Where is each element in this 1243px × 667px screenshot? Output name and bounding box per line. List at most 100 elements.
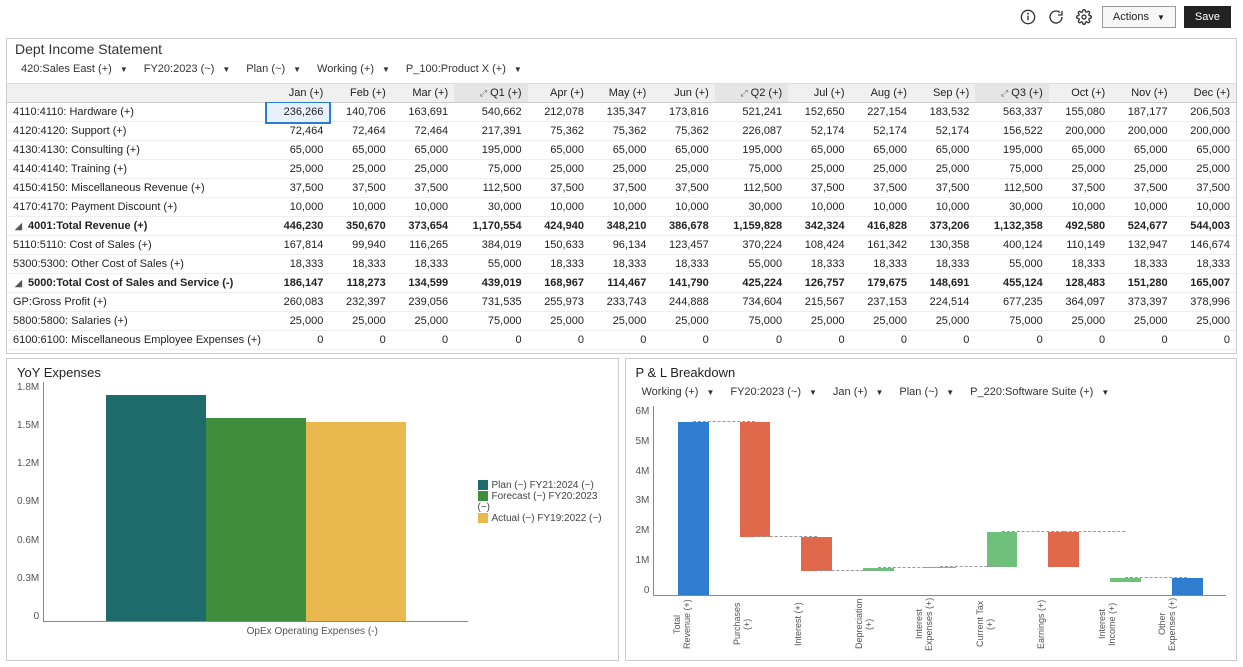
grid-cell[interactable]: 25,000	[528, 160, 590, 179]
grid-cell[interactable]: 146,674	[1174, 236, 1236, 255]
grid-cell[interactable]: 25,000	[1049, 312, 1111, 331]
row-label[interactable]: GP:Gross Profit (+)	[7, 293, 267, 312]
grid-cell[interactable]: 255,973	[528, 293, 590, 312]
grid-cell[interactable]: 200,000	[1174, 122, 1236, 141]
grid-cell[interactable]: 165,007	[1174, 274, 1236, 293]
grid-cell[interactable]: 152,650	[788, 103, 850, 122]
column-header[interactable]: Aug (+)	[851, 84, 913, 103]
grid-cell[interactable]: 0	[392, 331, 454, 350]
grid-cell[interactable]: 65,000	[329, 141, 391, 160]
grid-cell[interactable]: 75,000	[975, 312, 1048, 331]
actions-button[interactable]: Actions	[1102, 6, 1176, 28]
grid-cell[interactable]: 226,087	[715, 122, 788, 141]
grid-cell[interactable]: 25,000	[652, 312, 714, 331]
waterfall-col[interactable]	[1033, 406, 1095, 595]
grid-cell[interactable]: 161,342	[851, 236, 913, 255]
grid-cell[interactable]: 244,888	[652, 293, 714, 312]
grid-cell[interactable]: 0	[715, 331, 788, 350]
grid-cell[interactable]: 378,996	[1174, 293, 1236, 312]
grid-cell[interactable]: 424,940	[528, 217, 590, 236]
grid-cell[interactable]: 0	[329, 331, 391, 350]
grid-cell[interactable]: 18,333	[1049, 255, 1111, 274]
grid-cell[interactable]: 25,000	[329, 160, 391, 179]
grid-cell[interactable]: 72,464	[392, 122, 454, 141]
grid-cell[interactable]: 99,940	[329, 236, 391, 255]
grid-cell[interactable]: 30,000	[454, 198, 527, 217]
row-label[interactable]: 6100:6100: Miscellaneous Employee Expens…	[7, 331, 267, 350]
grid-cell[interactable]: 10,000	[528, 198, 590, 217]
bar[interactable]	[206, 418, 306, 621]
row-label[interactable]: 5800:5800: Salaries (+)	[7, 312, 267, 331]
grid-cell[interactable]: 128,483	[1049, 274, 1111, 293]
column-header[interactable]: May (+)	[590, 84, 652, 103]
grid-cell[interactable]: 364,097	[1049, 293, 1111, 312]
grid-cell[interactable]: 75,362	[590, 122, 652, 141]
grid-cell[interactable]: 18,333	[652, 255, 714, 274]
column-header[interactable]: Jul (+)	[788, 84, 850, 103]
row-label[interactable]: ◢ 4001:Total Revenue (+)	[7, 217, 267, 236]
filter-pill[interactable]: Jan (+)▼	[827, 384, 889, 400]
grid-cell[interactable]: 72,464	[267, 122, 329, 141]
grid-cell[interactable]: 212,078	[528, 103, 590, 122]
grid-cell[interactable]: 524,677	[1111, 217, 1173, 236]
grid-cell[interactable]: 168,967	[528, 274, 590, 293]
grid-cell[interactable]: 31,250	[454, 350, 527, 354]
filter-pill[interactable]: Working (+)▼	[636, 384, 721, 400]
grid-cell[interactable]: 118,273	[329, 274, 391, 293]
column-header[interactable]: Dec (+)	[1174, 84, 1236, 103]
waterfall-col[interactable]	[971, 406, 1033, 595]
gear-icon[interactable]	[1074, 7, 1094, 27]
grid-cell[interactable]: 544,003	[1174, 217, 1236, 236]
grid-cell[interactable]: 126,757	[788, 274, 850, 293]
grid-cell[interactable]: 0	[1049, 331, 1111, 350]
grid-cell[interactable]: 10,417	[788, 350, 850, 354]
grid-cell[interactable]: 563,337	[975, 103, 1048, 122]
filter-pill[interactable]: FY20:2023 (~)▼	[138, 61, 237, 77]
waterfall-col[interactable]	[786, 406, 848, 595]
grid-cell[interactable]: 10,417	[267, 350, 329, 354]
grid-cell[interactable]: 148,691	[913, 274, 975, 293]
grid-cell[interactable]: 163,691	[392, 103, 454, 122]
grid-cell[interactable]: 25,000	[851, 160, 913, 179]
grid-scroll[interactable]: Jan (+)Feb (+)Mar (+)⤢ Q1 (+)Apr (+)May …	[7, 83, 1236, 353]
grid-cell[interactable]: 384,019	[454, 236, 527, 255]
filter-pill[interactable]: 420:Sales East (+)▼	[15, 61, 134, 77]
grid-cell[interactable]: 386,678	[652, 217, 714, 236]
grid-cell[interactable]: 10,417	[851, 350, 913, 354]
waterfall-col[interactable]	[724, 406, 786, 595]
row-label[interactable]: 5110:5110: Cost of Sales (+)	[7, 236, 267, 255]
grid-cell[interactable]: 10,000	[1111, 198, 1173, 217]
grid-cell[interactable]: 373,397	[1111, 293, 1173, 312]
grid-cell[interactable]: 540,662	[454, 103, 527, 122]
grid-cell[interactable]: 232,397	[329, 293, 391, 312]
grid-cell[interactable]: 10,000	[913, 198, 975, 217]
grid-cell[interactable]: 10,000	[652, 198, 714, 217]
grid-cell[interactable]: 0	[267, 331, 329, 350]
column-header[interactable]: Mar (+)	[392, 84, 454, 103]
grid-cell[interactable]: 141,790	[652, 274, 714, 293]
info-icon[interactable]	[1018, 7, 1038, 27]
grid-cell[interactable]: 134,599	[392, 274, 454, 293]
save-button[interactable]: Save	[1184, 6, 1231, 28]
grid-cell[interactable]: 10,417	[1111, 350, 1173, 354]
grid-cell[interactable]: 18,333	[1174, 255, 1236, 274]
grid-cell[interactable]: 217,391	[454, 122, 527, 141]
grid-cell[interactable]: 0	[454, 331, 527, 350]
column-header[interactable]: Jan (+)	[267, 84, 329, 103]
grid-cell[interactable]: 25,000	[851, 312, 913, 331]
grid-cell[interactable]: 130,358	[913, 236, 975, 255]
grid-cell[interactable]: 10,417	[1049, 350, 1111, 354]
grid-cell[interactable]: 10,000	[392, 198, 454, 217]
grid-cell[interactable]: 55,000	[715, 255, 788, 274]
grid-cell[interactable]: 52,174	[788, 122, 850, 141]
column-header[interactable]: Sep (+)	[913, 84, 975, 103]
grid-cell[interactable]: 75,000	[454, 160, 527, 179]
grid-cell[interactable]: 37,500	[1111, 179, 1173, 198]
grid-cell[interactable]: 206,503	[1174, 103, 1236, 122]
row-label[interactable]: 5300:5300: Other Cost of Sales (+)	[7, 255, 267, 274]
grid-cell[interactable]: 18,333	[1111, 255, 1173, 274]
grid-cell[interactable]: 37,500	[1049, 179, 1111, 198]
grid-cell[interactable]: 112,500	[975, 179, 1048, 198]
grid-cell[interactable]: 37,500	[913, 179, 975, 198]
grid-cell[interactable]: 348,210	[590, 217, 652, 236]
